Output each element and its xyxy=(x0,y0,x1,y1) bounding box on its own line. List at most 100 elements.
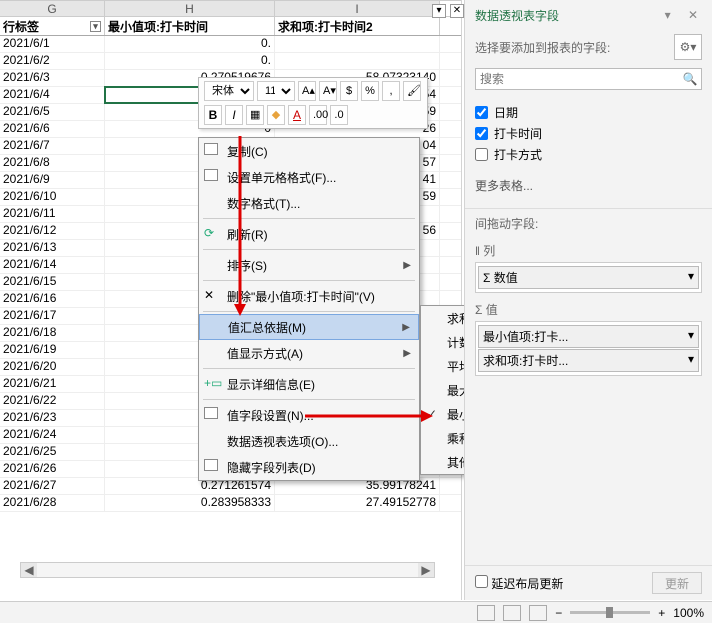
col-header-i[interactable]: I xyxy=(275,1,440,16)
update-button[interactable]: 更新 xyxy=(652,572,702,594)
ctx-showas[interactable]: 值显示方式(A)▶ xyxy=(199,340,419,366)
chip-min[interactable]: 最小值项:打卡...▾ xyxy=(478,325,699,348)
gear-icon[interactable]: ⚙▾ xyxy=(674,34,702,60)
chip-sigma[interactable]: Σ 数值▾ xyxy=(478,266,699,289)
bold-button[interactable]: B xyxy=(204,105,222,125)
pivot-sum-header[interactable]: 求和项:打卡时间2 xyxy=(275,17,440,35)
field-time[interactable]: 打卡时间 xyxy=(475,125,702,142)
values-drop-zone[interactable]: 最小值项:打卡...▾ 求和项:打卡时...▾ xyxy=(475,321,702,376)
cell-date[interactable]: 2021/6/14 xyxy=(0,257,105,273)
chevron-down-icon[interactable]: ▾ xyxy=(688,269,694,286)
percent-icon[interactable]: % xyxy=(361,81,379,101)
font-color-icon[interactable]: A xyxy=(288,105,306,125)
ctx-fieldset[interactable]: 值字段设置(N)... xyxy=(199,402,419,428)
search-icon[interactable]: 🔍 xyxy=(679,69,701,89)
border-icon[interactable]: ▦ xyxy=(246,105,264,125)
cell-date[interactable]: 2021/6/17 xyxy=(0,308,105,324)
ctx-sort[interactable]: 排序(S)▶ xyxy=(199,252,419,278)
pivot-rowlabel-header[interactable]: 行标签▾ xyxy=(0,17,105,35)
ctx-format[interactable]: 设置单元格格式(F)... xyxy=(199,164,419,190)
cell-date[interactable]: 2021/6/5 xyxy=(0,104,105,120)
italic-button[interactable]: I xyxy=(225,105,243,125)
ctx-detail[interactable]: +▭显示详细信息(E) xyxy=(199,371,419,397)
cell-min[interactable]: 0. xyxy=(105,53,275,69)
table-row[interactable]: 2021/6/10. xyxy=(0,36,461,53)
currency-icon[interactable]: $ xyxy=(340,81,358,101)
dec-decimal-icon[interactable]: .0 xyxy=(330,105,348,125)
horizontal-scrollbar[interactable]: ◀ ▶ xyxy=(20,562,435,578)
scroll-left-icon[interactable]: ◀ xyxy=(21,563,37,577)
close-icon[interactable]: ✕ xyxy=(450,4,464,18)
table-row[interactable]: 2021/6/280.28395833327.49152778 xyxy=(0,495,461,512)
pivot-min-header[interactable]: 最小值项:打卡时间 xyxy=(105,17,275,35)
chevron-down-icon[interactable]: ▾ xyxy=(688,328,694,345)
cell-date[interactable]: 2021/6/24 xyxy=(0,427,105,443)
more-tables-link[interactable]: 更多表格... xyxy=(465,173,712,198)
view-pagebreak-icon[interactable] xyxy=(529,605,547,621)
ctx-numfmt[interactable]: 数字格式(T)... xyxy=(199,190,419,216)
cell-date[interactable]: 2021/6/4 xyxy=(0,87,105,103)
ctx-remove[interactable]: ✕删除"最小值项:打卡时间"(V) xyxy=(199,283,419,309)
cell-date[interactable]: 2021/6/15 xyxy=(0,274,105,290)
cell-date[interactable]: 2021/6/3 xyxy=(0,70,105,86)
view-normal-icon[interactable] xyxy=(477,605,495,621)
cell-date[interactable]: 2021/6/1 xyxy=(0,36,105,52)
cell-date[interactable]: 2021/6/26 xyxy=(0,461,105,477)
col-header-h[interactable]: H xyxy=(105,1,275,16)
zoom-in-icon[interactable]: + xyxy=(658,606,665,620)
cell-date[interactable]: 2021/6/6 xyxy=(0,121,105,137)
cell-date[interactable]: 2021/6/18 xyxy=(0,325,105,341)
view-pagelayout-icon[interactable] xyxy=(503,605,521,621)
cell-date[interactable]: 2021/6/2 xyxy=(0,53,105,69)
cell-date[interactable]: 2021/6/27 xyxy=(0,478,105,494)
pane-dropdown-icon[interactable]: ▾ xyxy=(659,6,677,24)
shrink-font-icon[interactable]: A▾ xyxy=(319,81,337,101)
cell-date[interactable]: 2021/6/13 xyxy=(0,240,105,256)
field-date[interactable]: 日期 xyxy=(475,104,702,121)
pane-close-icon[interactable]: ✕ xyxy=(684,6,702,24)
fill-color-icon[interactable]: ◆ xyxy=(267,105,285,125)
chevron-down-icon[interactable]: ▾ xyxy=(688,352,694,369)
cell-sum[interactable] xyxy=(275,36,440,52)
field-mode[interactable]: 打卡方式 xyxy=(475,146,702,163)
zoom-level[interactable]: 100% xyxy=(673,606,704,620)
fontsize-select[interactable]: 11 xyxy=(257,81,295,101)
inc-decimal-icon[interactable]: .00 xyxy=(309,105,327,125)
ctx-hidefl[interactable]: 隐藏字段列表(D) xyxy=(199,454,419,480)
cell-date[interactable]: 2021/6/7 xyxy=(0,138,105,154)
field-search[interactable]: 🔍 xyxy=(475,68,702,90)
cell-min[interactable]: 0. xyxy=(105,36,275,52)
cell-sum[interactable]: 27.49152778 xyxy=(275,495,440,511)
cell-date[interactable]: 2021/6/25 xyxy=(0,444,105,460)
comma-icon[interactable]: , xyxy=(382,81,400,101)
scroll-right-icon[interactable]: ▶ xyxy=(418,563,434,577)
ctx-copy[interactable]: 复制(C) xyxy=(199,138,419,164)
cell-date[interactable]: 2021/6/10 xyxy=(0,189,105,205)
cell-date[interactable]: 2021/6/8 xyxy=(0,155,105,171)
cell-date[interactable]: 2021/6/22 xyxy=(0,393,105,409)
cell-date[interactable]: 2021/6/11 xyxy=(0,206,105,222)
font-select[interactable]: 宋体 xyxy=(204,81,254,101)
dropdown-icon[interactable]: ▾ xyxy=(432,4,446,18)
brush-icon[interactable]: 🖌 xyxy=(403,81,421,101)
cell-date[interactable]: 2021/6/12 xyxy=(0,223,105,239)
zoom-slider[interactable] xyxy=(570,611,650,614)
cell-date[interactable]: 2021/6/28 xyxy=(0,495,105,511)
cell-date[interactable]: 2021/6/23 xyxy=(0,410,105,426)
table-row[interactable]: 2021/6/20. xyxy=(0,53,461,70)
cell-date[interactable]: 2021/6/9 xyxy=(0,172,105,188)
grow-font-icon[interactable]: A▴ xyxy=(298,81,316,101)
cell-date[interactable]: 2021/6/16 xyxy=(0,291,105,307)
columns-drop-zone[interactable]: Σ 数值▾ xyxy=(475,262,702,293)
ctx-pivotopt[interactable]: 数据透视表选项(O)... xyxy=(199,428,419,454)
cell-date[interactable]: 2021/6/19 xyxy=(0,342,105,358)
cell-date[interactable]: 2021/6/21 xyxy=(0,376,105,392)
defer-checkbox[interactable]: 延迟布局更新 xyxy=(475,575,563,592)
col-header-g[interactable]: G xyxy=(0,1,105,16)
cell-sum[interactable] xyxy=(275,53,440,69)
search-input[interactable] xyxy=(476,69,679,89)
chip-sum[interactable]: 求和项:打卡时...▾ xyxy=(478,349,699,372)
ctx-refresh[interactable]: ⟳刷新(R) xyxy=(199,221,419,247)
ctx-summarize[interactable]: 值汇总依据(M)▶ xyxy=(199,314,419,340)
cell-min[interactable]: 0.283958333 xyxy=(105,495,275,511)
